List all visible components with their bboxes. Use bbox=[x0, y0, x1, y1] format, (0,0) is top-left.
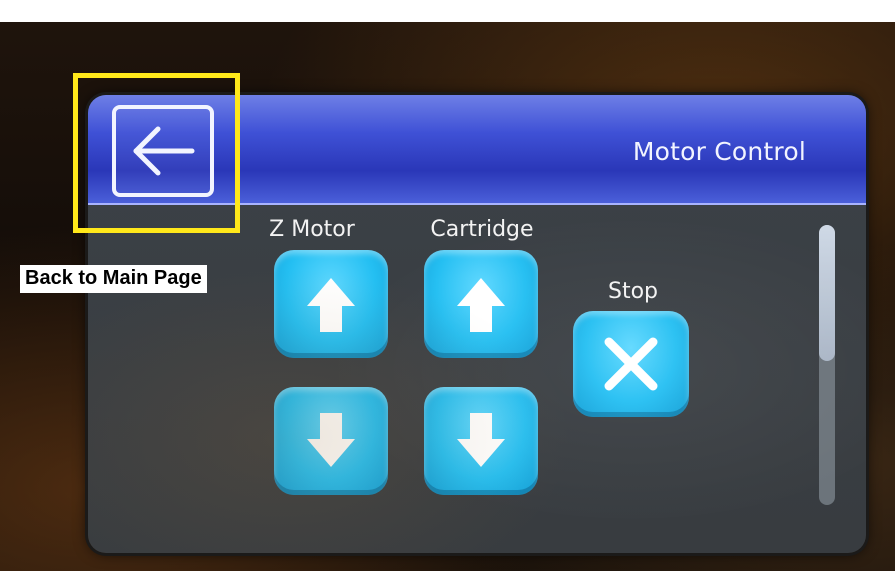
arrow-up-icon bbox=[457, 278, 505, 332]
screen-title: Motor Control bbox=[632, 137, 806, 166]
cartridge-down-button[interactable] bbox=[424, 387, 538, 495]
stop-button[interactable] bbox=[573, 311, 689, 417]
arrow-up-icon bbox=[307, 278, 355, 332]
z-motor-down-button[interactable] bbox=[274, 387, 388, 495]
stop-label: Stop bbox=[607, 279, 658, 304]
annotation-caption: Back to Main Page bbox=[20, 265, 207, 293]
photo: Motor Control Z Motor Cartridge Stop Bac… bbox=[0, 0, 895, 571]
scrollbar-thumb[interactable] bbox=[819, 225, 835, 361]
z-motor-label: Z Motor bbox=[269, 217, 355, 242]
arrow-down-icon bbox=[307, 413, 355, 467]
scrollbar[interactable] bbox=[819, 225, 835, 505]
cartridge-label: Cartridge bbox=[430, 217, 534, 242]
highlight-box bbox=[73, 73, 240, 233]
arrow-down-icon bbox=[457, 413, 505, 467]
close-icon bbox=[604, 337, 658, 391]
cartridge-up-button[interactable] bbox=[424, 250, 538, 358]
z-motor-up-button[interactable] bbox=[274, 250, 388, 358]
